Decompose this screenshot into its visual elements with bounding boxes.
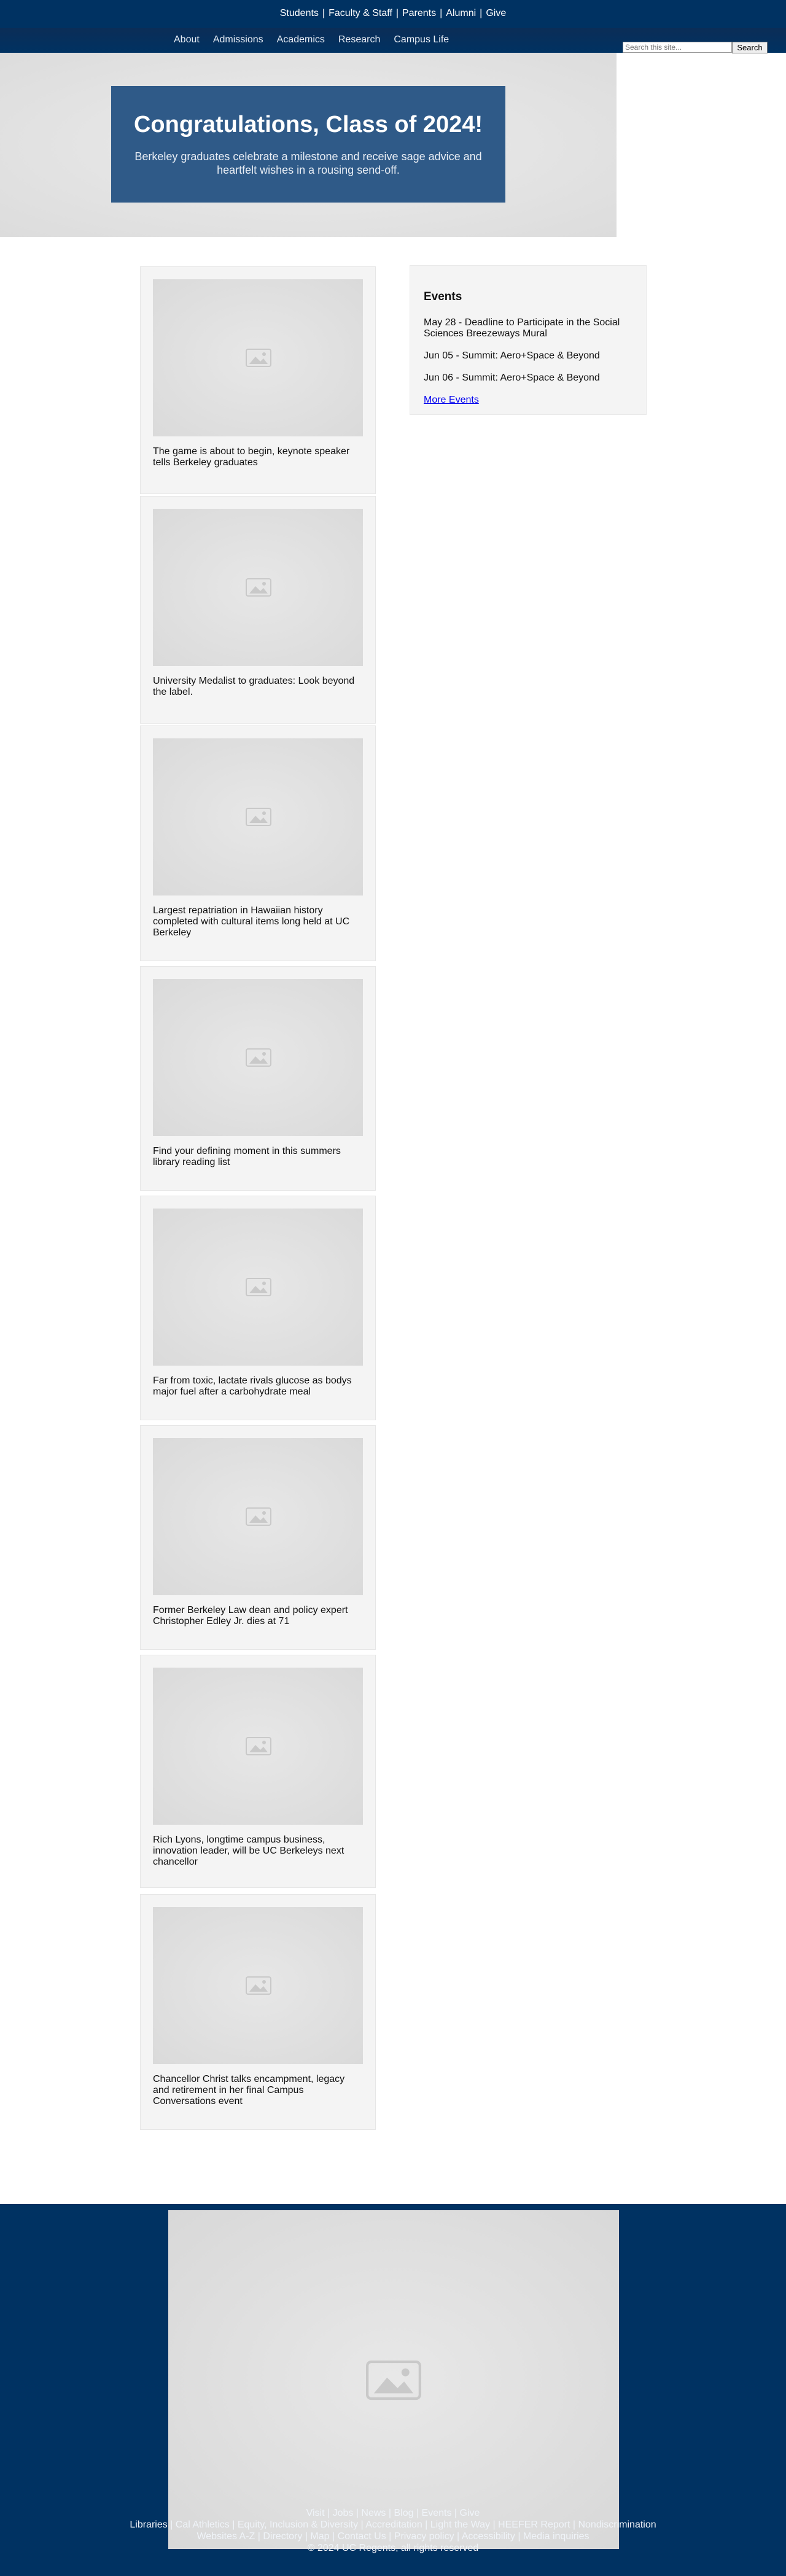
audience-link-students[interactable]: Students xyxy=(280,8,319,18)
more-events-link[interactable]: More Events xyxy=(424,395,479,405)
nav-item-campus-life[interactable]: Campus Life xyxy=(387,33,456,47)
news-caption[interactable]: Find your defining moment in this summer… xyxy=(153,1146,363,1168)
footer-utility-links[interactable]: Websites A-Z | Directory | Map | Contact… xyxy=(0,2531,786,2542)
news-image[interactable] xyxy=(153,509,363,666)
image-placeholder-icon xyxy=(246,1048,271,1067)
news-card[interactable]: University Medalist to graduates: Look b… xyxy=(140,496,376,724)
nav-item-admissions[interactable]: Admissions xyxy=(206,33,270,47)
news-caption[interactable]: University Medalist to graduates: Look b… xyxy=(153,676,363,698)
nav-item-about[interactable]: About xyxy=(167,33,206,47)
news-caption[interactable]: Far from toxic, lactate rivals glucose a… xyxy=(153,1375,363,1398)
search-input[interactable] xyxy=(623,42,732,53)
audience-link-alumni[interactable]: Alumni xyxy=(446,8,476,18)
image-placeholder-icon xyxy=(246,1507,271,1526)
audience-link-parents[interactable]: Parents xyxy=(402,8,436,18)
footer: Visit | Jobs | News | Blog | Events | Gi… xyxy=(0,2204,786,2576)
news-image[interactable] xyxy=(153,279,363,436)
event-item[interactable]: Jun 06 - Summit: Aero+Space & Beyond xyxy=(424,373,632,384)
hero-banner: Congratulations, Class of 2024! Berkeley… xyxy=(0,53,617,237)
news-caption[interactable]: Largest repatriation in Hawaiian history… xyxy=(153,905,363,938)
image-placeholder-icon xyxy=(246,1976,271,1995)
news-card[interactable]: Rich Lyons, longtime campus business, in… xyxy=(140,1655,376,1888)
news-card[interactable]: Largest repatriation in Hawaiian history… xyxy=(140,725,376,961)
news-image[interactable] xyxy=(153,1907,363,2064)
news-caption[interactable]: The game is about to begin, keynote spea… xyxy=(153,446,363,468)
news-caption[interactable]: Former Berkeley Law dean and policy expe… xyxy=(153,1605,363,1627)
footer-image xyxy=(168,2210,619,2549)
hero-subtitle: Berkeley graduates celebrate a milestone… xyxy=(134,150,482,176)
audience-bar: Students | Faculty & Staff | Parents | Alumni |… xyxy=(0,0,786,28)
nav-item-research[interactable]: Research xyxy=(332,33,387,47)
audience-link-faculty-staff[interactable]: Faculty & Staff xyxy=(329,8,392,18)
event-item[interactable]: May 28 - Deadline to Participate in the … xyxy=(424,317,632,339)
footer-secondary-links[interactable]: Libraries | Cal Athletics | Equity, Incl… xyxy=(0,2519,786,2531)
news-image[interactable] xyxy=(153,1209,363,1366)
news-card[interactable]: The game is about to begin, keynote spea… xyxy=(140,266,376,494)
hero-title: Congratulations, Class of 2024! xyxy=(133,112,483,137)
separator: | xyxy=(480,8,483,18)
nav-item-academics[interactable]: Academics xyxy=(270,33,332,47)
footer-copyright: © 2024 UC Regents, all rights reserved xyxy=(307,2543,479,2553)
news-card[interactable]: Former Berkeley Law dean and policy expe… xyxy=(140,1425,376,1650)
image-placeholder-icon xyxy=(366,2360,421,2400)
news-card[interactable]: Find your defining moment in this summer… xyxy=(140,966,376,1191)
hero-box[interactable]: Congratulations, Class of 2024! Berkeley… xyxy=(111,86,505,203)
news-caption[interactable]: Rich Lyons, longtime campus business, in… xyxy=(153,1835,363,1868)
search-button[interactable]: Search xyxy=(732,42,768,53)
news-card[interactable]: Chancellor Christ talks encampment, lega… xyxy=(140,1894,376,2130)
image-placeholder-icon xyxy=(246,1278,271,1296)
image-placeholder-icon xyxy=(246,349,271,367)
news-card[interactable]: Far from toxic, lactate rivals glucose a… xyxy=(140,1196,376,1420)
separator: | xyxy=(395,8,399,18)
event-item[interactable]: Jun 05 - Summit: Aero+Space & Beyond xyxy=(424,350,632,362)
separator: | xyxy=(322,8,325,18)
events-title: Events xyxy=(424,290,462,303)
nav-links: About Admissions Academics Research Camp… xyxy=(167,33,456,47)
footer-links: Visit | Jobs | News | Blog | Events | Gi… xyxy=(0,2507,786,2554)
news-image[interactable] xyxy=(153,738,363,895)
image-placeholder-icon xyxy=(246,578,271,597)
news-image[interactable] xyxy=(153,1438,363,1595)
news-image[interactable] xyxy=(153,979,363,1136)
image-placeholder-icon xyxy=(246,808,271,826)
footer-primary-links[interactable]: Visit | Jobs | News | Blog | Events | Gi… xyxy=(0,2507,786,2519)
news-caption[interactable]: Chancellor Christ talks encampment, lega… xyxy=(153,2074,363,2107)
audience-link-give[interactable]: Give xyxy=(486,8,506,18)
image-placeholder-icon xyxy=(246,1737,271,1755)
separator: | xyxy=(440,8,443,18)
news-image[interactable] xyxy=(153,1668,363,1825)
events-panel: Events May 28 - Deadline to Participate … xyxy=(410,265,647,415)
